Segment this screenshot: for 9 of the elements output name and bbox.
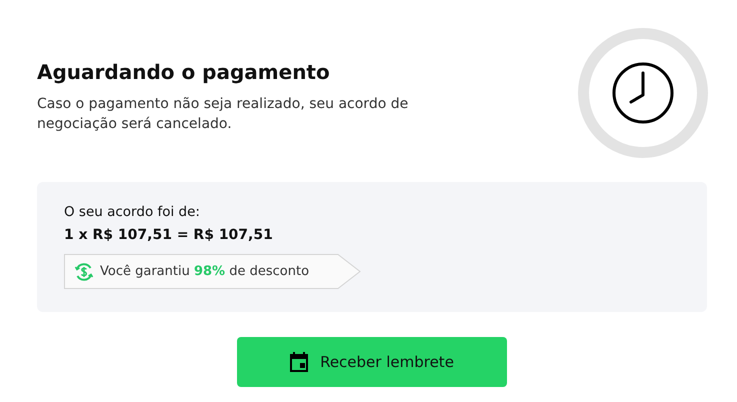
remind-button[interactable]: Receber lembrete [237, 337, 507, 387]
discount-text: Você garantiu 98% de desconto [100, 263, 310, 281]
page-title: Aguardando o pagamento [37, 60, 331, 84]
calendar-icon [290, 352, 308, 372]
agreement-label: O seu acordo foi de: [64, 203, 201, 222]
clock-icon [578, 28, 708, 158]
dollar-icon [74, 262, 94, 282]
message-text: Caso o pagamento não seja realizado, seu acordo de negociação será cancelado. [37, 95, 410, 134]
agreement-amount: 1 x R$ 107,51 = R$ 107,51 [64, 226, 274, 246]
